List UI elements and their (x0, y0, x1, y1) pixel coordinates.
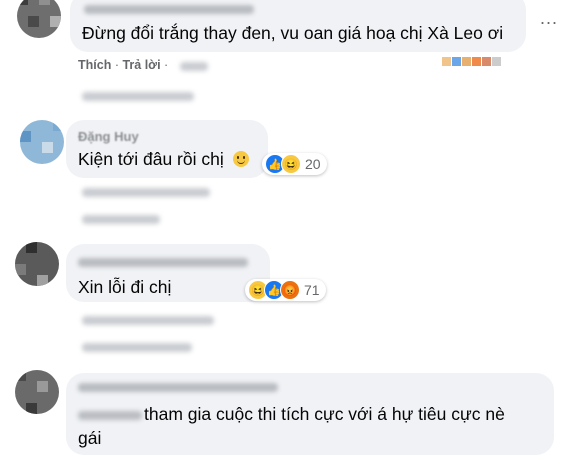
comment-actions[interactable] (82, 188, 210, 197)
comment-bubble: tham gia cuộc thi tích cực với á hự tiêu… (66, 373, 554, 455)
haha-reaction-icon: 😆 (281, 154, 301, 174)
view-replies-link[interactable] (82, 215, 160, 224)
avatar[interactable] (17, 0, 61, 38)
mention-tag[interactable] (78, 411, 142, 420)
angry-reaction-icon: 😡 (280, 280, 300, 300)
commenter-name[interactable] (84, 5, 254, 14)
comment-text: Kiện tới đâu rồi chị (78, 148, 249, 170)
reaction-count: 71 (304, 282, 320, 298)
reaction-strip (452, 57, 461, 66)
smile-emoji-icon (232, 151, 249, 167)
like-link[interactable]: Thích (78, 58, 111, 72)
reaction-strip (462, 57, 471, 66)
comment-bubble: Đặng Huy Kiện tới đâu rồi chị (66, 120, 268, 178)
reaction-summary[interactable]: 😆 👍 😡 71 (245, 279, 326, 301)
commenter-name[interactable] (78, 383, 278, 392)
comment-bubble: Xin lỗi đi chị (66, 244, 270, 302)
comment-text: Xin lỗi đi chị (78, 277, 172, 297)
commenter-name[interactable] (78, 258, 248, 267)
reaction-strip (472, 57, 481, 66)
reaction-strip (492, 57, 501, 66)
reaction-strip (442, 57, 451, 66)
commenter-name[interactable]: Đặng Huy (78, 126, 139, 148)
view-replies-link[interactable] (82, 92, 194, 101)
reaction-count: 20 (305, 156, 321, 172)
more-options-icon[interactable]: ... (540, 8, 558, 29)
reaction-strip (482, 57, 491, 66)
reply-link[interactable]: Trả lời (122, 58, 160, 72)
comment-actions[interactable] (82, 316, 214, 325)
reaction-summary[interactable]: 👍 😆 20 (262, 153, 327, 175)
comment-time (180, 62, 208, 71)
comment-text: tham gia cuộc thi tích cực với á hự tiêu… (144, 404, 505, 424)
comment-text: Đừng đổi trắng thay đen, vu oan giá hoạ … (82, 23, 504, 43)
avatar[interactable] (15, 242, 59, 286)
view-replies-link[interactable] (82, 343, 192, 352)
avatar[interactable] (15, 370, 59, 414)
comment-actions: Thích · Trả lời · (78, 58, 169, 72)
comment-text: gái (78, 428, 102, 448)
comment-bubble: Đừng đổi trắng thay đen, vu oan giá hoạ … (70, 0, 526, 52)
avatar[interactable] (20, 120, 64, 164)
